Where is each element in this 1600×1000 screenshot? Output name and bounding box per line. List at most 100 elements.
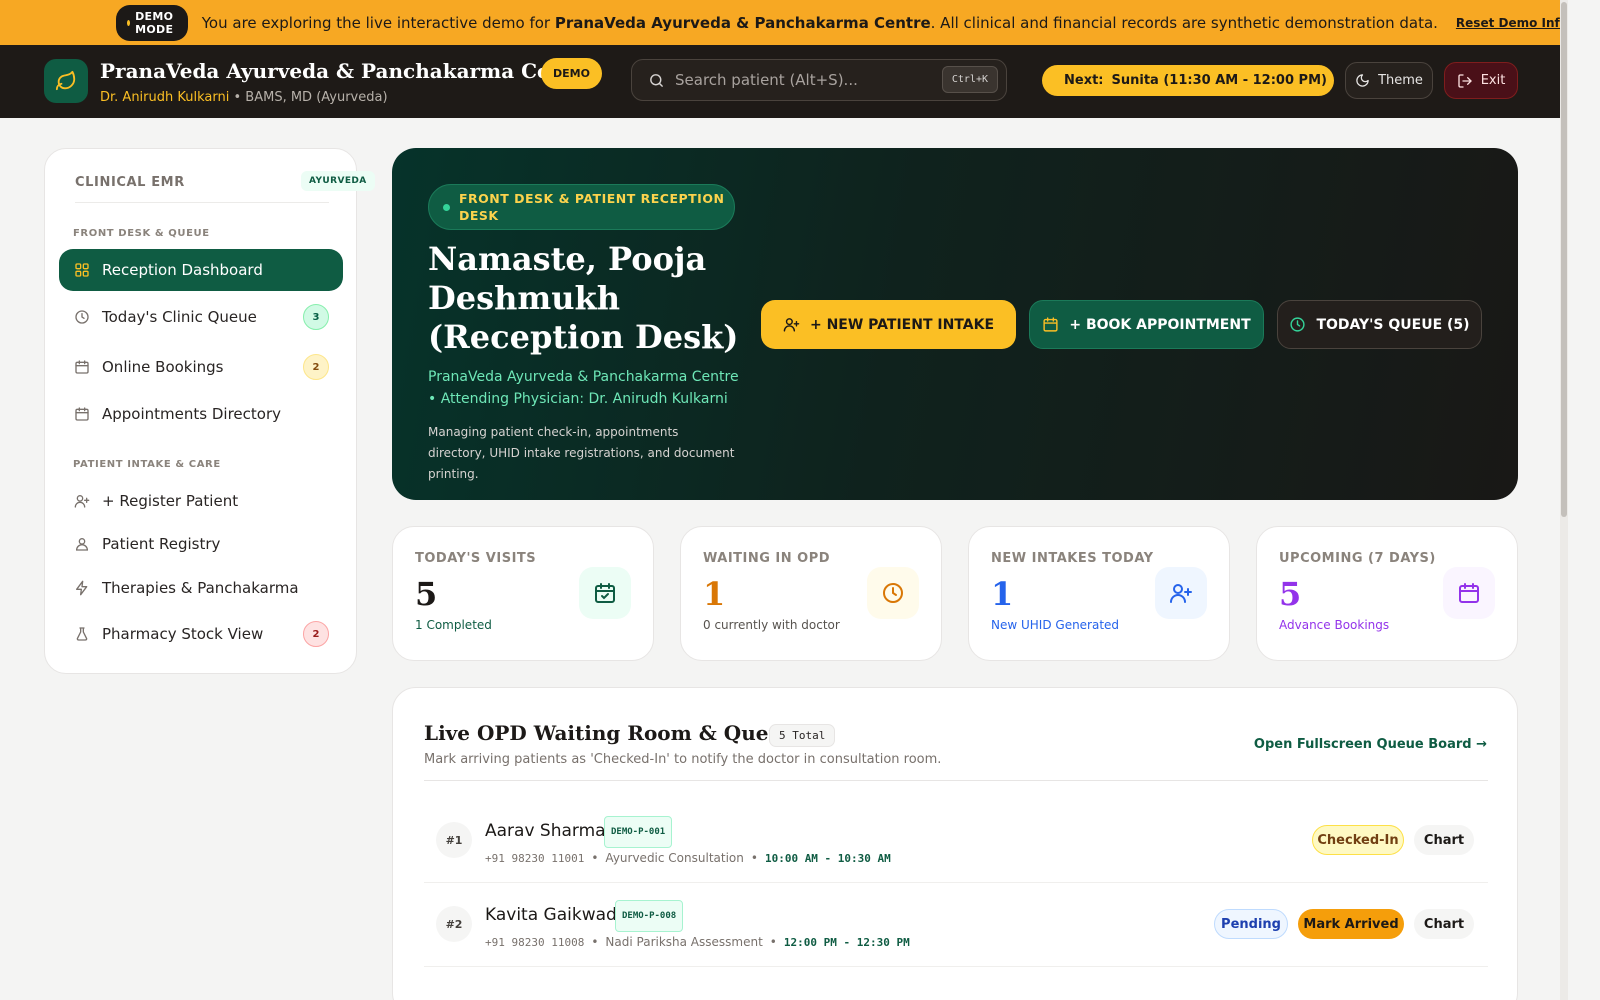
reset-demo-link[interactable]: Reset Demo Info — [1456, 16, 1568, 30]
next-patient-button[interactable]: Next: Sunita (11:30 AM - 12:00 PM) — [1042, 65, 1334, 96]
visit-type: Ayurvedic Consultation — [605, 851, 744, 865]
exit-button[interactable]: Exit — [1444, 62, 1518, 99]
pharmacy-alert-badge: 2 — [303, 621, 329, 647]
status-dot-icon — [443, 203, 450, 211]
sidebar-item-todays-clinic-queue[interactable]: Today's Clinic Queue 3 — [59, 296, 343, 338]
stat-card-new-intakes: NEW INTAKES TODAY 1 New UHID Generated — [968, 526, 1230, 661]
sidebar-item-therapies[interactable]: Therapies & Panchakarma — [59, 567, 343, 609]
queue-row: #2 Kavita Gaikwad DEMO-P-008 +91 98230 1… — [424, 883, 1488, 967]
stat-card-waiting-opd: WAITING IN OPD 1 0 currently with doctor — [680, 526, 942, 661]
patient-search[interactable]: Ctrl+K — [631, 59, 1007, 101]
patient-name[interactable]: Aarav Sharma — [485, 821, 606, 841]
page-scrollbar[interactable] — [1560, 0, 1568, 1000]
sidebar-heading: CLINICAL EMR — [75, 175, 185, 190]
demo-badge: DEMO — [541, 58, 602, 89]
sidebar-section-patient-intake: PATIENT INTAKE & CARE — [73, 459, 221, 470]
status-dot-icon — [127, 19, 131, 26]
moon-icon — [1356, 74, 1369, 87]
appointment-time: 10:00 AM - 10:30 AM — [764, 851, 891, 865]
stat-subtext: New UHID Generated — [991, 618, 1120, 632]
user-plus-icon — [74, 493, 90, 509]
search-input[interactable] — [675, 71, 935, 89]
calendar-icon — [1443, 567, 1495, 619]
row-actions: Checked-In Chart — [1312, 825, 1474, 855]
row-actions: Pending Mark Arrived Chart — [1214, 909, 1474, 939]
users-icon — [74, 536, 90, 552]
queue-subtitle: Mark arriving patients as 'Checked-In' t… — [424, 752, 942, 767]
stat-subtext: 0 currently with doctor — [703, 618, 840, 632]
chart-button[interactable]: Chart — [1414, 825, 1474, 855]
theme-toggle-button[interactable]: Theme — [1345, 62, 1433, 99]
doctor-qualifications: BAMS, MD (Ayurveda) — [245, 90, 388, 105]
stat-card-upcoming: UPCOMING (7 DAYS) 5 Advance Bookings — [1256, 526, 1518, 661]
clinic-logo[interactable] — [44, 59, 88, 103]
open-fullscreen-queue-link[interactable]: Open Fullscreen Queue Board → — [1254, 737, 1487, 752]
welcome-description: Managing patient check-in, appointments … — [428, 425, 735, 481]
patient-phone: +91 98230 11008 — [485, 935, 585, 949]
calendar-icon — [74, 406, 90, 422]
user-plus-icon — [1155, 567, 1207, 619]
clock-icon — [1290, 317, 1306, 332]
chart-button[interactable]: Chart — [1414, 909, 1474, 939]
queue-number: #2 — [436, 906, 472, 942]
sidebar-item-pharmacy-stock[interactable]: Pharmacy Stock View 2 — [59, 613, 343, 655]
queue-title: Live OPD Waiting Room & Queue — [424, 721, 796, 745]
sidebar-section-front-desk: FRONT DESK & QUEUE — [73, 228, 210, 239]
app-title: PranaVeda Ayurveda & Panchakarma Centre — [100, 59, 597, 83]
welcome-title: Namaste, Pooja Deshmukh (Reception Desk) — [428, 240, 739, 356]
search-shortcut-hint: Ctrl+K — [941, 66, 998, 93]
calendar-check-icon — [579, 567, 631, 619]
page-gutter — [1568, 0, 1600, 1000]
stat-card-todays-visits: TODAY'S VISITS 5 1 Completed — [392, 526, 654, 661]
book-appointment-button[interactable]: + BOOK APPOINTMENT — [1029, 300, 1264, 349]
doctor-line: Dr. Anirudh Kulkarni • BAMS, MD (Ayurved… — [100, 90, 388, 105]
demo-banner: DEMO MODE You are exploring the live int… — [0, 0, 1568, 45]
scrollbar-thumb[interactable] — [1561, 2, 1567, 517]
stat-subtext: 1 Completed — [415, 618, 492, 632]
patient-name[interactable]: Kavita Gaikwad — [485, 905, 617, 925]
patient-phone: +91 98230 11001 — [485, 851, 585, 865]
visit-type: Nadi Pariksha Assessment — [605, 935, 763, 949]
todays-queue-button[interactable]: TODAY'S QUEUE (5) — [1277, 300, 1482, 349]
bookings-count-badge: 2 — [303, 354, 329, 380]
grid-icon — [74, 262, 90, 278]
opd-queue-panel: Live OPD Waiting Room & Queue 5 Total Ma… — [392, 687, 1518, 1000]
welcome-hero: FRONT DESK & PATIENT RECEPTION DESK Nama… — [392, 148, 1518, 500]
queue-count-badge: 3 — [303, 304, 329, 330]
divider — [75, 202, 329, 203]
logout-icon — [1458, 73, 1472, 88]
clock-icon — [867, 567, 919, 619]
stat-value: 5 — [1279, 575, 1302, 613]
patient-meta: +91 98230 11001 • Ayurvedic Consultation •… — [485, 851, 891, 865]
status-pending-badge[interactable]: Pending — [1214, 909, 1288, 939]
demo-banner-text: You are exploring the live interactive d… — [201, 13, 1438, 32]
appointment-time: 12:00 PM - 12:30 PM — [783, 935, 910, 949]
mark-arrived-button[interactable]: Mark Arrived — [1298, 909, 1404, 939]
stat-value: 1 — [991, 575, 1014, 613]
search-icon — [650, 73, 663, 87]
sidebar-item-register-patient[interactable]: + Register Patient — [59, 480, 343, 522]
patient-meta: +91 98230 11008 • Nadi Pariksha Assessmen… — [485, 935, 910, 949]
sidebar-badge: AYURVEDA — [301, 171, 375, 191]
queue-number: #1 — [436, 822, 472, 858]
stat-value: 5 — [415, 575, 438, 613]
sidebar-item-online-bookings[interactable]: Online Bookings 2 — [59, 346, 343, 388]
user-plus-icon — [783, 318, 800, 332]
queue-row: #1 Aarav Sharma DEMO-P-001 +91 98230 110… — [424, 799, 1488, 883]
status-checked-in-badge[interactable]: Checked-In — [1312, 825, 1404, 855]
new-patient-intake-button[interactable]: + NEW PATIENT INTAKE — [761, 300, 1016, 349]
calendar-icon — [1043, 317, 1058, 332]
patient-id-badge: DEMO-P-008 — [615, 900, 684, 932]
sidebar: CLINICAL EMR AYURVEDA FRONT DESK & QUEUE… — [44, 148, 375, 674]
role-pill: FRONT DESK & PATIENT RECEPTION DESK — [428, 184, 735, 230]
demo-mode-badge: DEMO MODE — [116, 4, 188, 41]
divider — [424, 780, 1488, 781]
sidebar-item-patient-registry[interactable]: Patient Registry — [59, 523, 343, 565]
sidebar-item-reception-dashboard[interactable]: Reception Dashboard — [59, 249, 343, 291]
sidebar-item-appointments-directory[interactable]: Appointments Directory — [59, 393, 343, 435]
flask-icon — [74, 626, 90, 642]
stat-subtext: Advance Bookings — [1279, 618, 1390, 632]
queue-total-badge: 5 Total — [769, 724, 836, 747]
stat-value: 1 — [703, 575, 726, 613]
calendar-icon — [74, 359, 90, 375]
